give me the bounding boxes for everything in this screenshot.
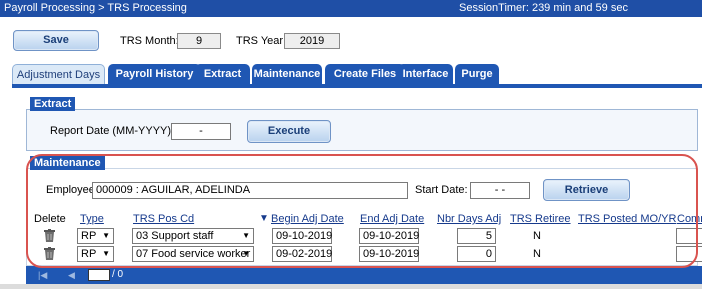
tab-interface[interactable]: Interface [398, 64, 453, 84]
save-button[interactable]: Save [13, 30, 99, 51]
trs-year-label: TRS Year: [236, 35, 287, 47]
trs-month-label: TRS Month: [120, 35, 179, 47]
tab-adjustment-days[interactable]: Adjustment Days [12, 64, 105, 84]
horizontal-scrollbar[interactable] [0, 284, 702, 289]
first-page-icon[interactable]: |◀ [38, 270, 47, 281]
tab-extract[interactable]: Extract [195, 64, 250, 84]
session-timer: SessionTimer: 239 min and 59 sec [459, 2, 628, 14]
page-count: / 0 [112, 269, 124, 280]
tab-create-files[interactable]: Create Files [325, 64, 405, 84]
tab-payroll-history[interactable]: Payroll History [108, 64, 201, 84]
highlight-outline [26, 154, 698, 268]
report-date-input[interactable]: - [171, 123, 231, 140]
trs-month-field: 9 [177, 33, 221, 49]
tab-underline [12, 84, 702, 88]
breadcrumb: Payroll Processing > TRS Processing [4, 2, 187, 14]
trs-year-field: 2019 [284, 33, 340, 49]
report-date-label: Report Date (MM-YYYY): [50, 125, 175, 137]
execute-button[interactable]: Execute [247, 120, 331, 143]
pager-bar: |◀ ◀ / 0 [26, 266, 702, 284]
extract-section-header: Extract [30, 97, 76, 111]
title-bar: Payroll Processing > TRS Processing Sess… [0, 0, 702, 17]
prev-page-icon[interactable]: ◀ [68, 270, 75, 281]
tab-purge[interactable]: Purge [455, 64, 499, 84]
page-number-input[interactable] [88, 269, 110, 281]
tab-maintenance[interactable]: Maintenance [252, 64, 322, 84]
